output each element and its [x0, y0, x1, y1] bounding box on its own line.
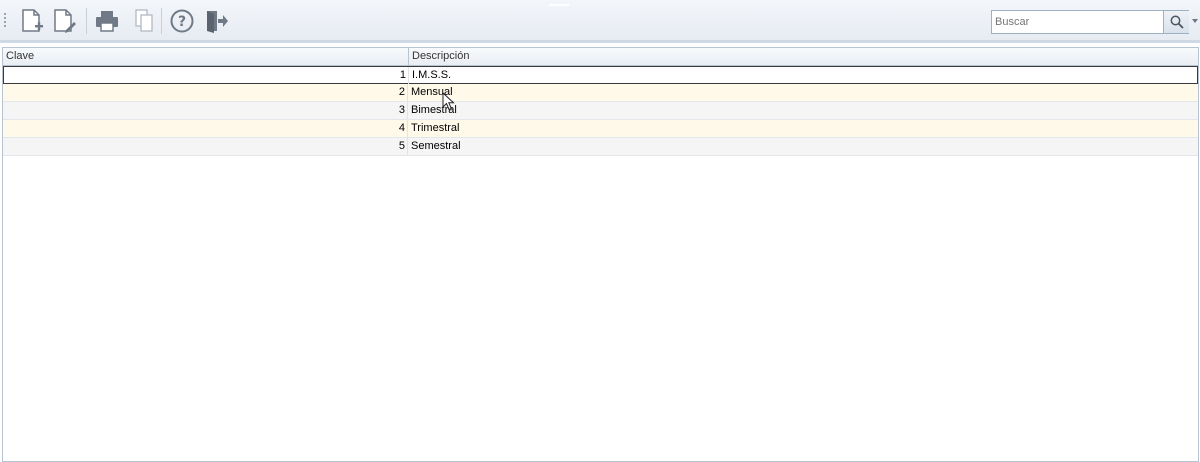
help-button[interactable]: ? — [167, 6, 197, 36]
chevron-down-icon[interactable] — [1192, 19, 1198, 23]
new-document-button[interactable] — [17, 6, 47, 36]
cell-descripcion: Semestral — [411, 140, 461, 152]
copy-icon — [135, 9, 153, 32]
edit-document-button[interactable] — [49, 6, 79, 36]
cell-clave: 4 — [3, 120, 408, 137]
table-row[interactable]: 2 Mensual — [3, 84, 1198, 102]
toolbar-divider — [0, 40, 1200, 43]
column-header-descripcion[interactable]: Descripción — [409, 48, 1198, 65]
help-icon: ? — [170, 9, 194, 33]
search-input[interactable] — [992, 11, 1163, 33]
table-row[interactable]: 5 Semestral — [3, 138, 1198, 156]
edit-document-icon — [54, 9, 76, 33]
toolbar-separator — [86, 8, 87, 34]
search-icon — [1170, 15, 1184, 29]
exit-button[interactable] — [201, 6, 231, 36]
svg-text:?: ? — [178, 14, 186, 30]
cell-clave: 3 — [3, 102, 408, 119]
grid-rows: 1 I.M.S.S. 2 Mensual 3 Bimestral 4 Trime… — [3, 66, 1198, 156]
cell-clave: 2 — [3, 84, 408, 101]
cell-descripcion: Bimestral — [411, 104, 457, 116]
print-icon — [96, 11, 118, 32]
data-grid: Clave Descripción 1 I.M.S.S. 2 Mensual 3… — [2, 47, 1199, 462]
toolbar: ? — [0, 0, 1200, 43]
column-header-clave[interactable]: Clave — [3, 48, 409, 65]
grid-header: Clave Descripción — [3, 48, 1198, 66]
exit-icon — [207, 11, 228, 33]
table-row[interactable]: 1 I.M.S.S. — [3, 66, 1198, 84]
cell-clave: 1 — [4, 67, 409, 84]
search-box — [991, 10, 1189, 34]
print-button[interactable] — [92, 6, 122, 36]
toolbar-grip[interactable] — [4, 13, 6, 29]
cell-descripcion: I.M.S.S. — [412, 69, 452, 81]
cell-descripcion: Trimestral — [411, 122, 460, 134]
copy-button[interactable] — [129, 6, 159, 36]
cell-descripcion: Mensual — [411, 86, 453, 98]
new-document-icon — [22, 9, 43, 32]
cell-clave: 5 — [3, 138, 408, 155]
search-button[interactable] — [1163, 11, 1189, 33]
table-row[interactable]: 4 Trimestral — [3, 120, 1198, 138]
mouse-cursor-icon — [442, 92, 455, 111]
splitter-handle[interactable] — [549, 4, 569, 6]
table-row[interactable]: 3 Bimestral — [3, 102, 1198, 120]
toolbar-separator — [161, 8, 162, 34]
